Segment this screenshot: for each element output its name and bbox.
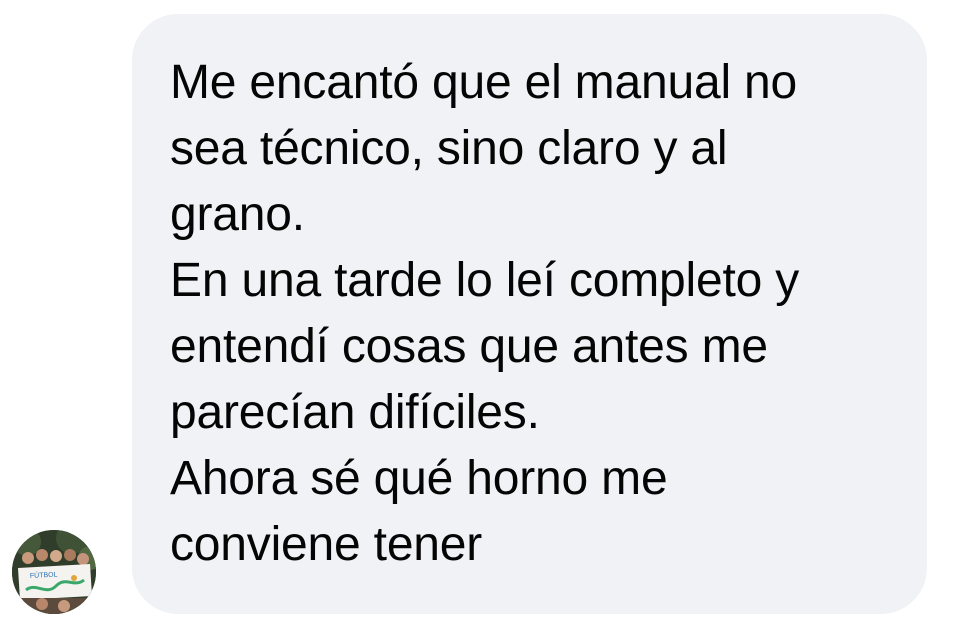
- message-text-line: En una tarde lo leí completo y: [170, 254, 800, 307]
- message-text-line: Me encantó que el manual no: [170, 56, 798, 109]
- group-photo-icon: FÚTBOL: [12, 530, 96, 614]
- sender-avatar[interactable]: FÚTBOL: [12, 530, 96, 614]
- message-text-line: entendí cosas que antes me: [170, 320, 768, 373]
- chat-view: FÚTBOL Me encantó que el manual no sea t…: [0, 0, 979, 629]
- message-text-line: Ahora sé qué horno me: [170, 452, 668, 505]
- message-text-line: grano.: [170, 188, 305, 241]
- message-bubble[interactable]: Me encantó que el manual no sea técnico,…: [132, 14, 927, 614]
- message-text-line: sea técnico, sino claro y al: [170, 122, 728, 175]
- message-text-line: conviene tener: [170, 518, 483, 571]
- message-text-line: parecían difíciles.: [170, 386, 540, 439]
